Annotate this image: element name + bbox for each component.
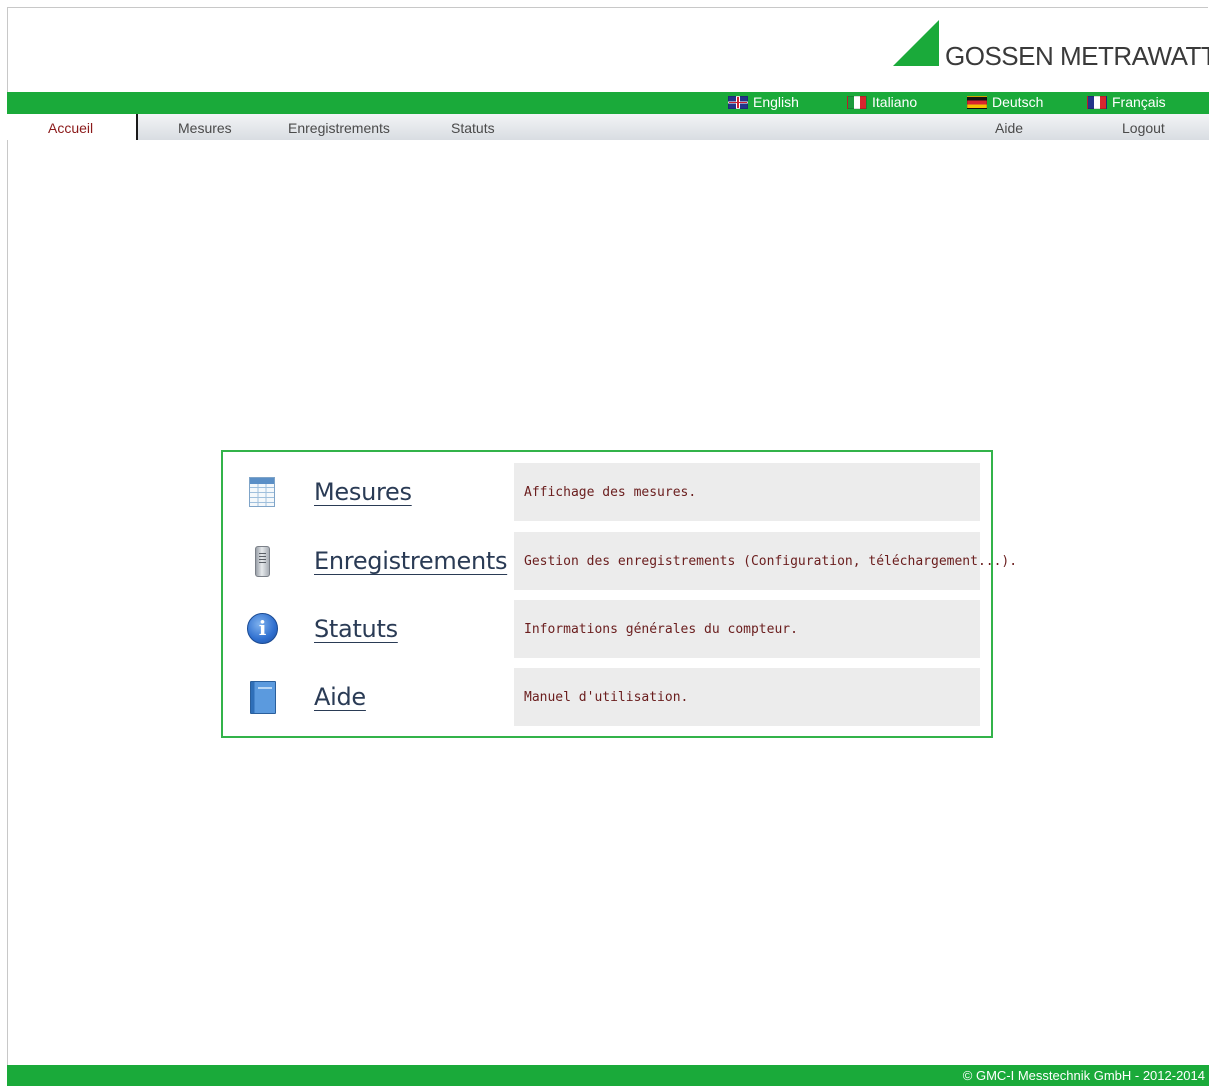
row-description: Gestion des enregistrements (Configurati…: [514, 532, 1017, 590]
home-menu-panel: Mesures Affichage des mesures. Enregistr…: [221, 450, 1017, 738]
menu-row-statuts: i Statuts Informations générales du comp…: [223, 600, 991, 658]
mesures-link[interactable]: Mesures: [314, 478, 412, 506]
copyright-text: © GMC-I Messtechnik GmbH - 2012-2014: [962, 1068, 1205, 1083]
row-description: Affichage des mesures.: [514, 463, 980, 521]
table-icon[interactable]: [245, 475, 279, 509]
tab-label: Accueil: [48, 120, 94, 136]
language-bar: English Italiano Deutsch Français: [7, 92, 1209, 114]
uk-flag-icon: [728, 95, 748, 109]
brand-logo: GOSSEN METRAWATT: [893, 20, 1209, 71]
row-description: Informations générales du compteur.: [514, 600, 980, 658]
language-english-link[interactable]: English: [728, 94, 799, 110]
language-francais-link[interactable]: Français: [1087, 94, 1166, 110]
tab-aide[interactable]: Aide: [995, 120, 1023, 136]
aide-link[interactable]: Aide: [314, 683, 366, 711]
germany-flag-icon: [967, 95, 987, 109]
statuts-link[interactable]: Statuts: [314, 615, 398, 643]
language-label: Italiano: [872, 94, 918, 110]
language-italiano-link[interactable]: Italiano: [847, 94, 917, 110]
server-icon[interactable]: [245, 544, 279, 578]
info-icon[interactable]: i: [245, 612, 279, 646]
tab-enregistrements[interactable]: Enregistrements: [288, 120, 390, 136]
tab-mesures[interactable]: Mesures: [178, 120, 232, 136]
enregistrements-link[interactable]: Enregistrements: [314, 547, 507, 575]
menu-row-aide: Aide Manuel d'utilisation.: [223, 668, 991, 726]
language-label: English: [753, 94, 799, 110]
main-nav: Accueil Mesures Enregistrements Statuts …: [7, 114, 1209, 140]
menu-row-enregistrements: Enregistrements Gestion des enregistreme…: [223, 532, 1017, 590]
logout-link[interactable]: Logout: [1122, 120, 1165, 136]
brand-name: GOSSEN METRAWATT: [945, 41, 1209, 71]
language-deutsch-link[interactable]: Deutsch: [967, 94, 1043, 110]
menu-row-mesures: Mesures Affichage des mesures.: [223, 463, 991, 521]
tab-statuts[interactable]: Statuts: [451, 120, 495, 136]
language-label: Deutsch: [992, 94, 1044, 110]
footer-bar: © GMC-I Messtechnik GmbH - 2012-2014: [7, 1065, 1209, 1086]
tab-accueil[interactable]: Accueil: [7, 114, 138, 140]
france-flag-icon: [1087, 95, 1107, 109]
language-label: Français: [1112, 94, 1166, 110]
book-icon[interactable]: [245, 680, 279, 714]
italy-flag-icon: [847, 95, 867, 109]
logo-triangle-icon: [893, 20, 939, 66]
row-description: Manuel d'utilisation.: [514, 668, 980, 726]
